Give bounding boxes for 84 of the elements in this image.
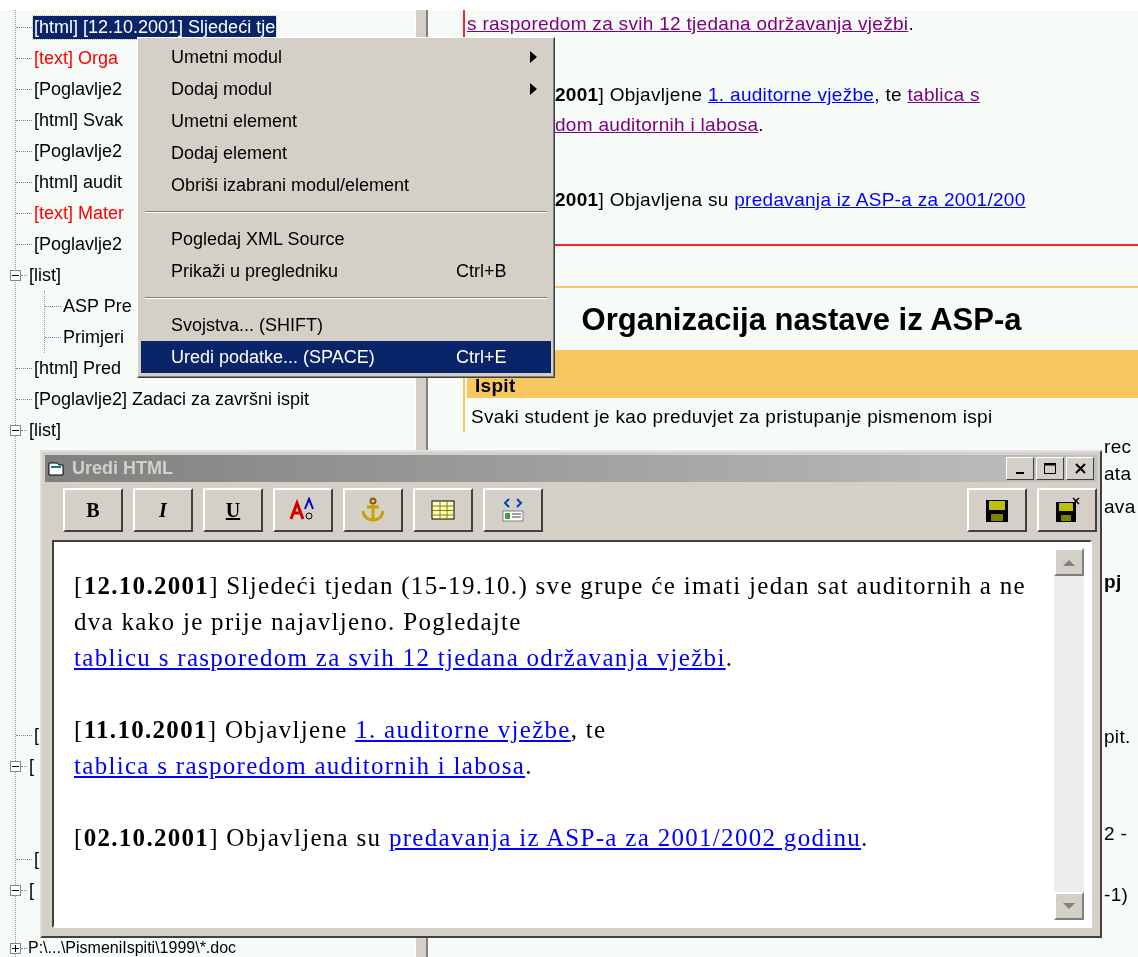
minimize-button[interactable]: [1006, 457, 1034, 480]
text-fragment: ava: [1104, 495, 1137, 519]
paragraph: [11.10.2001] Objavljene 1. auditorne vježbe, te tablica s rasporedom auditornih i labosa.: [74, 715, 608, 781]
text-color-icon: [289, 497, 317, 523]
scroll-down-button[interactable]: [1054, 892, 1084, 920]
link[interactable]: tablica s rasporedom auditornih i labosa: [74, 752, 526, 779]
tree-item[interactable]: [list]: [28, 264, 62, 287]
table-icon: [429, 497, 457, 523]
expand-icon[interactable]: [10, 942, 21, 954]
table-button[interactable]: [413, 488, 473, 532]
maximize-icon: [1044, 463, 1056, 474]
link[interactable]: predavanja iz ASP-a za 2001/200: [734, 189, 1026, 210]
text-fragment: pj: [1104, 570, 1123, 594]
collapse-icon[interactable]: [10, 425, 21, 436]
tree-item[interactable]: [list]: [28, 419, 62, 442]
menu-item[interactable]: Obriši izabrani modul/element: [141, 169, 551, 201]
menu-item[interactable]: Umetni modul: [141, 41, 551, 73]
window-title: Uredi HTML: [72, 458, 173, 479]
paragraph: [12.10.2001] Sljedeći tjedan (15-19.10.) sve grupe će imati jedan sat auditornih a ne dva kako je prije najavljeno. Pogledajte tablicu s rasporedom za svih 12 tjedana održavanja vježbi.: [74, 571, 1027, 673]
tree-item[interactable]: [Poglavlje2] Zadaci za završni ispit: [33, 388, 311, 411]
anchor-icon: [359, 497, 387, 523]
tree-item[interactable]: [text] Orga: [33, 47, 120, 70]
up-arrow-icon: [1063, 558, 1075, 566]
tree-item[interactable]: [: [33, 724, 40, 747]
body-text: Svaki student je kao preduvjet za pristupanje pismenom ispi: [470, 405, 994, 429]
paragraph: [02.10.2001] Objavljena su predavanja iz ASP-a za 2001/2002 godinu.: [74, 823, 870, 853]
tree-item[interactable]: [Poglavlje2: [33, 233, 124, 256]
link[interactable]: 1. auditorne vježbe: [708, 84, 875, 105]
source-button[interactable]: [483, 488, 543, 532]
collapse-icon[interactable]: [10, 885, 21, 896]
text-fragment: 2 -: [1104, 822, 1129, 846]
tree-item[interactable]: [: [28, 755, 35, 778]
menu-item[interactable]: Prikaži u pregledniku Ctrl+B: [141, 255, 551, 287]
bold-button[interactable]: B: [63, 488, 123, 532]
underline-button[interactable]: U: [203, 488, 263, 532]
save-button[interactable]: [967, 488, 1027, 532]
tree-item[interactable]: [html] [12.10.2001] Sljedeći tje: [33, 16, 277, 39]
minimize-icon: [1016, 471, 1024, 474]
tree-item[interactable]: [html] Svak: [33, 109, 125, 132]
menu-item[interactable]: Umetni element: [141, 105, 551, 137]
window-icon: [48, 461, 64, 476]
text-fragment: pit.: [1104, 725, 1132, 749]
tree-item[interactable]: Primjeri: [62, 326, 125, 349]
menu-item[interactable]: Uredi podatke... (SPACE) Ctrl+E: [141, 341, 551, 373]
scrollbar[interactable]: [1054, 548, 1084, 920]
link[interactable]: predavanja iz ASP-a za 2001/2002 godinu: [388, 824, 862, 851]
tree-item[interactable]: [html] audit: [33, 171, 124, 194]
close-button[interactable]: [1066, 457, 1094, 480]
tree-item[interactable]: [html] Pred: [33, 357, 123, 380]
tree-item[interactable]: [: [33, 848, 40, 871]
tree-item[interactable]: ASP Pre: [62, 295, 133, 318]
link[interactable]: 1. auditorne vježbe: [355, 716, 571, 743]
news-line: s rasporedom za svih 12 tjedana održavanja vježbi.: [466, 12, 915, 35]
scroll-up-button[interactable]: [1054, 548, 1084, 576]
down-arrow-icon: [1063, 902, 1075, 910]
text-fragment: rec: [1104, 435, 1133, 459]
floppy-disk-close-icon: [1053, 497, 1081, 523]
text-fragment: -1): [1104, 883, 1130, 907]
text-fragment: ata: [1104, 462, 1133, 486]
collapse-icon[interactable]: [10, 270, 21, 281]
font-button[interactable]: [273, 488, 333, 532]
tree-item[interactable]: [text] Mater: [33, 202, 126, 225]
editor-area[interactable]: [52, 540, 1092, 928]
italic-button[interactable]: I: [133, 488, 193, 532]
page-heading: Organizacija nastave iz ASP-a: [580, 301, 1023, 339]
menu-item[interactable]: Pogledaj XML Source: [141, 223, 551, 255]
maximize-button[interactable]: [1036, 457, 1064, 480]
section-title: Ispit: [474, 375, 516, 398]
link[interactable]: dom auditornih i labosa: [555, 114, 759, 135]
close-icon: [1074, 463, 1086, 474]
tree-item[interactable]: P:\...\PismeniIspiti\1999\*.doc: [28, 940, 237, 956]
tree-item[interactable]: [Poglavlje2: [33, 140, 124, 163]
link[interactable]: tablicu s rasporedom za svih 12 tjedana održavanja vježbi: [74, 644, 726, 671]
save-close-button[interactable]: [1037, 488, 1097, 532]
link[interactable]: tablica s: [907, 84, 980, 105]
anchor-button[interactable]: [343, 488, 403, 532]
menu-item[interactable]: Dodaj modul: [141, 73, 551, 105]
tree-item[interactable]: [: [28, 879, 35, 902]
source-code-icon: [499, 497, 527, 523]
collapse-icon[interactable]: [10, 761, 21, 772]
tree-item[interactable]: [Poglavlje2: [33, 78, 124, 101]
menu-item[interactable]: Svojstva... (SHIFT): [141, 309, 551, 341]
menu-item[interactable]: Dodaj element: [141, 137, 551, 169]
link[interactable]: s rasporedom za svih 12 tjedana održavanja vježbi: [467, 13, 909, 34]
